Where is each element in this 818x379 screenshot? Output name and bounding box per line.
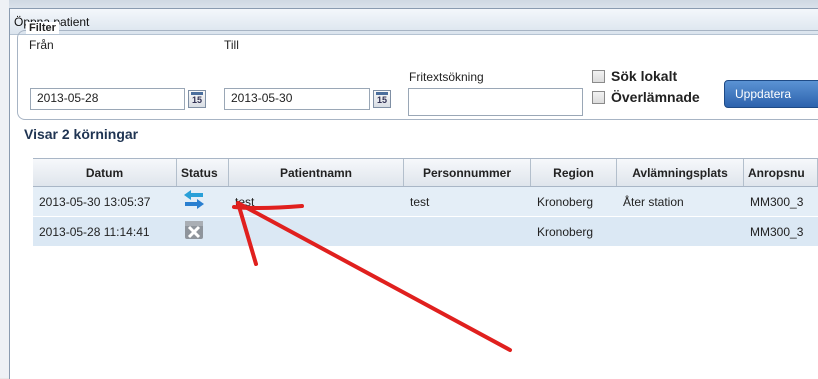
cell-patientnamn: test	[235, 194, 255, 209]
handed-over-checkbox[interactable]	[592, 91, 605, 104]
column-header-patientnamn[interactable]: Patientnamn	[229, 159, 404, 186]
cell-anropsnummer: MM300_3	[750, 224, 804, 239]
cell-anropsnummer: MM300_3	[750, 194, 804, 209]
column-header-status[interactable]: Status	[177, 159, 229, 186]
cell-status	[177, 220, 229, 243]
freetext-label: Fritextsökning	[409, 70, 484, 84]
cell-avlamningsplats: Åter station	[623, 194, 684, 209]
from-calendar-button[interactable]: 15	[188, 90, 206, 108]
handed-over-label: Överlämnade	[611, 89, 700, 105]
column-header-region[interactable]: Region	[531, 159, 617, 186]
freetext-search-input[interactable]	[408, 88, 583, 116]
search-local-label: Sök lokalt	[611, 68, 678, 84]
from-date-field[interactable]: 2013-05-28	[30, 88, 185, 110]
update-button[interactable]: Uppdatera	[724, 80, 818, 108]
column-header-datum[interactable]: Datum	[33, 159, 177, 186]
transfer-arrows-icon	[184, 190, 204, 209]
cell-status	[177, 190, 229, 213]
results-table: Datum Status Patientnamn Personnummer Re…	[33, 158, 818, 247]
column-header-avlamningsplats[interactable]: Avlämningsplats	[617, 159, 744, 186]
cell-personnummer: test	[410, 194, 430, 209]
column-header-anropsnummer[interactable]: Anropsnu	[744, 159, 818, 186]
calendar-icon: 15	[376, 95, 387, 105]
table-row[interactable]: 2013-05-30 13:05:37 test test Kronoberg …	[33, 187, 818, 217]
cell-region: Kronoberg	[537, 224, 594, 239]
left-edge	[0, 0, 9, 378]
results-heading: Visar 2 körningar	[24, 126, 139, 142]
from-label: Från	[29, 38, 54, 52]
cancelled-x-icon	[185, 221, 203, 239]
calendar-icon: 15	[191, 95, 202, 105]
search-local-checkbox[interactable]	[592, 70, 605, 83]
table-header: Datum Status Patientnamn Personnummer Re…	[33, 158, 818, 187]
to-label: Till	[224, 38, 239, 52]
table-row[interactable]: 2013-05-28 11:14:41 Kronoberg MM300_3	[33, 217, 818, 247]
column-header-personnummer[interactable]: Personnummer	[404, 159, 531, 186]
cell-datum: 2013-05-28 11:14:41	[39, 224, 150, 239]
filter-legend: Filter	[26, 22, 59, 34]
to-date-field[interactable]: 2013-05-30	[224, 88, 370, 110]
to-calendar-button[interactable]: 15	[373, 90, 391, 108]
cell-datum: 2013-05-30 13:05:37	[39, 194, 151, 209]
cell-region: Kronoberg	[537, 194, 594, 209]
